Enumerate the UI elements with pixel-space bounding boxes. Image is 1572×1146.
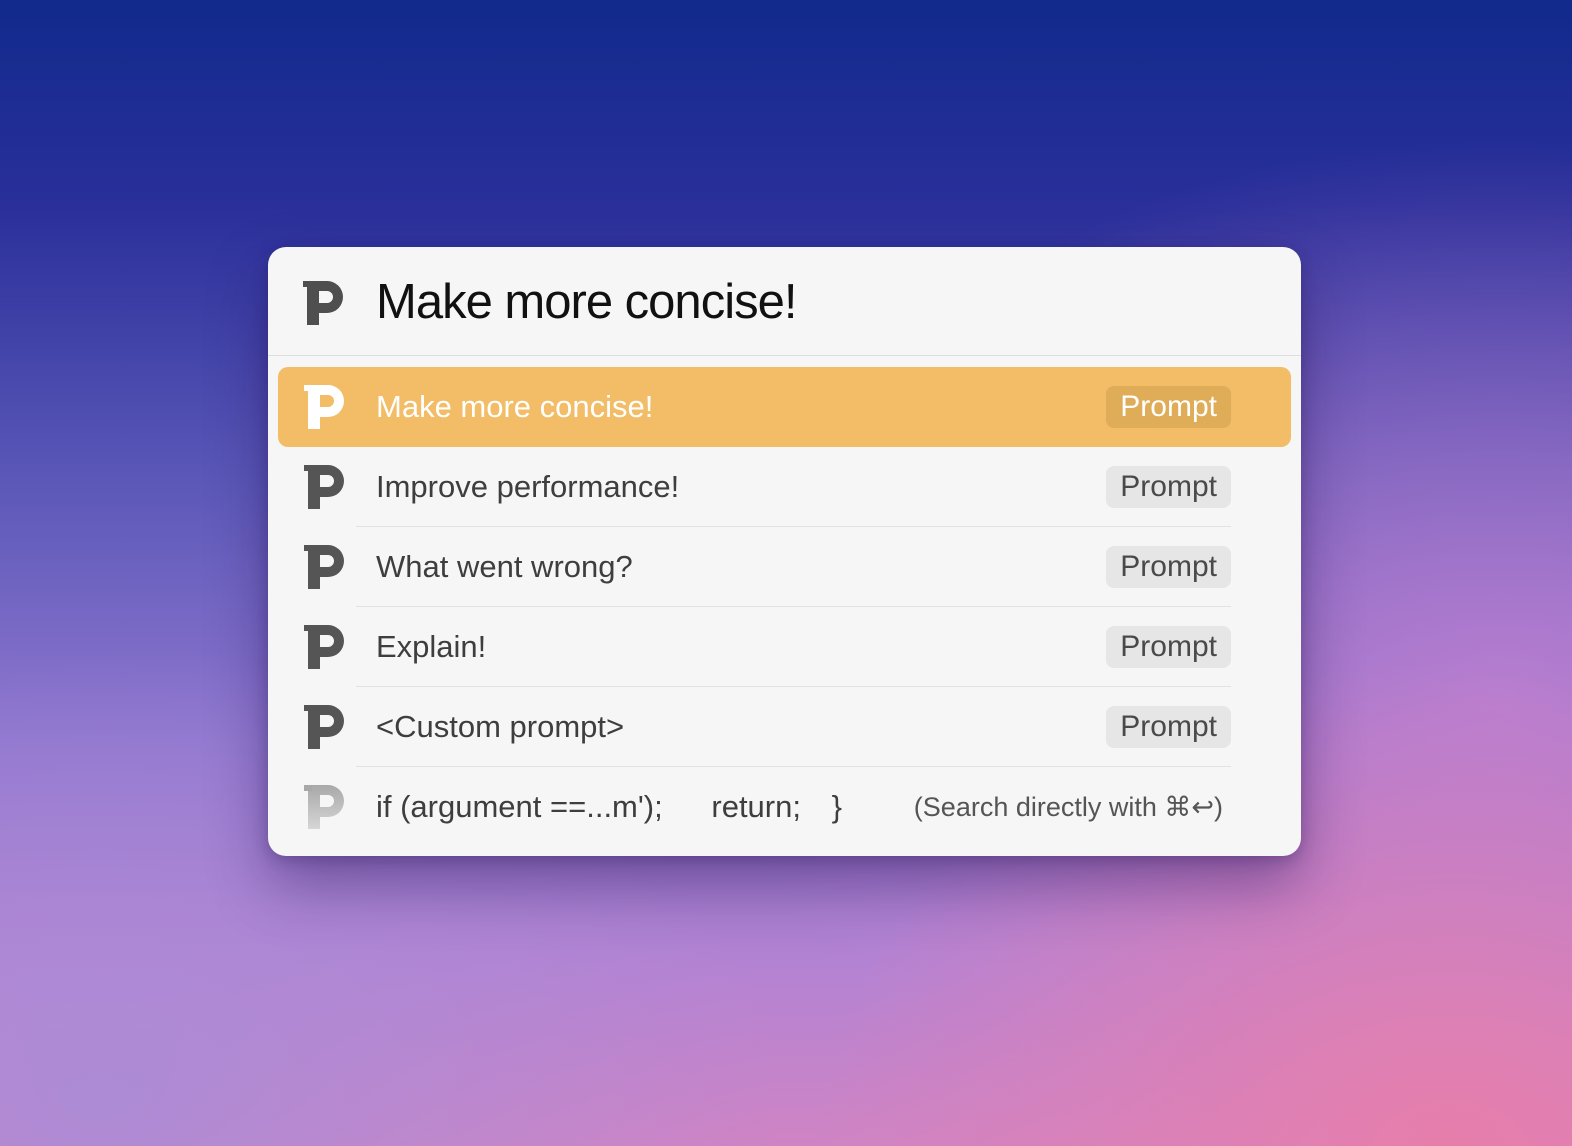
result-row[interactable]: Explain! Prompt (278, 607, 1291, 687)
code-snippet-part: } (831, 789, 842, 824)
launcher-panel: Make more concise! Prompt Improve perfor… (268, 247, 1301, 856)
search-bar (268, 247, 1301, 356)
result-label: Make more concise! (376, 389, 654, 424)
p-logo-icon (304, 625, 344, 669)
prompt-badge: Prompt (1106, 386, 1231, 428)
prompt-badge: Prompt (1106, 706, 1231, 748)
result-label: Explain! (376, 629, 487, 664)
prompt-badge: Prompt (1106, 466, 1231, 508)
p-logo-icon (304, 465, 344, 509)
direct-search-hint: (Search directly with ⌘↩) (913, 792, 1223, 822)
result-label: <Custom prompt> (376, 709, 625, 744)
direct-search-query: if (argument ==...m'); return; } (376, 767, 842, 847)
p-logo-icon (304, 545, 344, 589)
results-list: Make more concise! Prompt Improve perfor… (268, 367, 1301, 847)
prompt-badge: Prompt (1106, 626, 1231, 668)
p-logo-icon (303, 281, 343, 325)
prompt-badge: Prompt (1106, 546, 1231, 588)
result-row[interactable]: <Custom prompt> Prompt (278, 687, 1291, 767)
code-snippet-part: return; (711, 789, 801, 824)
result-row[interactable]: Improve performance! Prompt (278, 447, 1291, 527)
p-logo-icon (304, 705, 344, 749)
result-row[interactable]: What went wrong? Prompt (278, 527, 1291, 607)
result-label: Improve performance! (376, 469, 680, 504)
search-input[interactable] (376, 273, 1256, 331)
p-logo-faded-icon (304, 785, 344, 829)
result-label: What went wrong? (376, 549, 633, 584)
direct-search-row[interactable]: if (argument ==...m'); return; } (Search… (278, 767, 1291, 847)
result-row-selected[interactable]: Make more concise! Prompt (278, 367, 1291, 447)
code-snippet-part: if (argument ==...m'); (376, 789, 663, 824)
p-logo-icon (304, 385, 344, 429)
